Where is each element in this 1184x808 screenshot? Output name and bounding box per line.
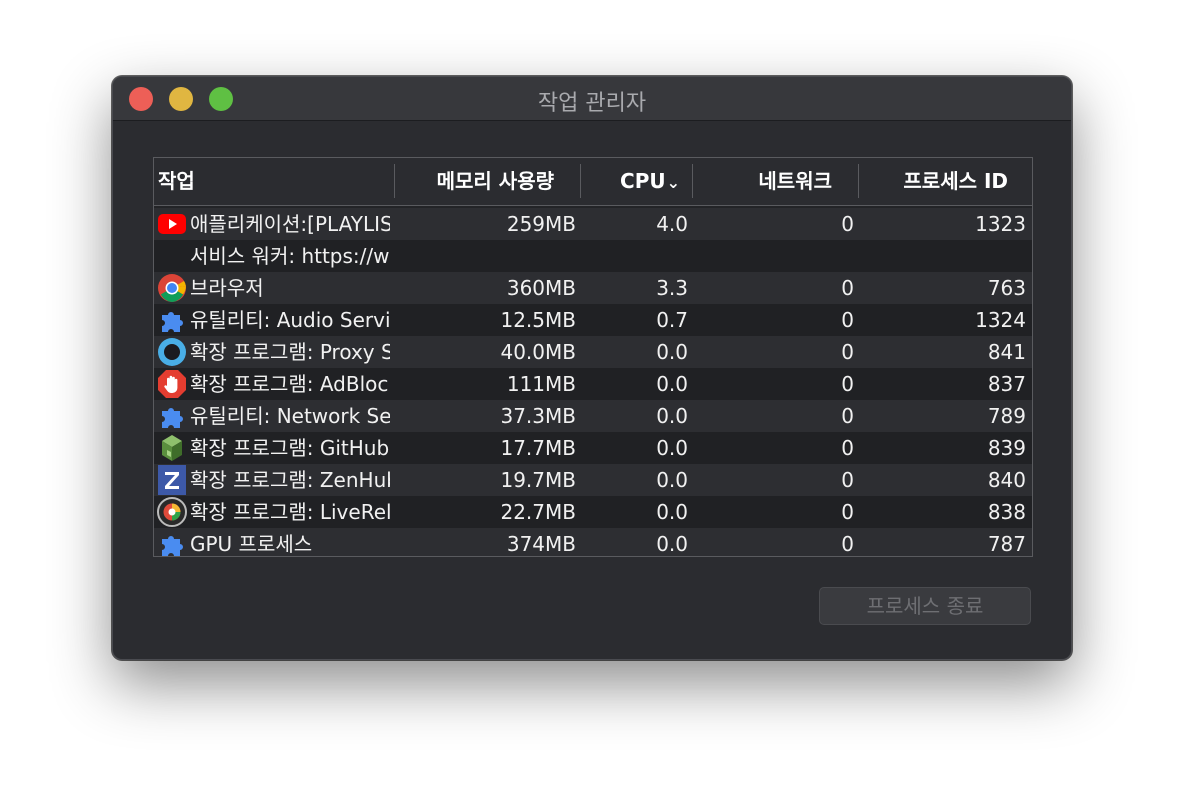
cell-cpu <box>580 240 688 272</box>
cell-pid <box>858 240 1026 272</box>
cell-network: 0 <box>841 212 854 236</box>
github-cube-icon <box>156 432 188 464</box>
cell-task: 확장 프로그램: LiveReload <box>190 500 390 524</box>
puzzle-icon <box>156 528 188 556</box>
table-body: 애플리케이션:[PLAYLIST 259MB 4.0 0 1323 서비스 워커: htt… <box>154 208 1032 556</box>
column-header-memory-label: 메모리 사용량 <box>436 169 554 193</box>
cell-network: 0 <box>841 532 854 556</box>
cell-memory: 111MB <box>506 372 576 396</box>
zenhub-icon <box>156 464 188 496</box>
cell-task: 서비스 워커: https://www <box>190 244 390 268</box>
puzzle-icon <box>156 400 188 432</box>
cell-task: 확장 프로그램: Proxy SwitchyOmega <box>190 340 390 364</box>
table-row[interactable]: 확장 프로그램: AdBlock 111MB 0.0 0 837 <box>154 368 1032 400</box>
column-header-network[interactable]: 네트워크 <box>692 164 858 198</box>
column-header-memory[interactable]: 메모리 사용량 <box>394 164 580 198</box>
cell-cpu: 0.0 <box>656 340 688 364</box>
row-icon-empty <box>156 240 188 272</box>
cell-pid: 787 <box>987 532 1026 556</box>
cell-cpu: 0.0 <box>656 436 688 460</box>
cell-memory: 17.7MB <box>500 436 576 460</box>
cell-pid: 837 <box>987 372 1026 396</box>
cell-memory: 360MB <box>506 276 576 300</box>
table-row[interactable]: 브라우저 360MB 3.3 0 763 <box>154 272 1032 304</box>
cell-pid: 841 <box>987 340 1026 364</box>
cell-cpu: 3.3 <box>656 276 688 300</box>
window-title: 작업 관리자 <box>537 91 647 116</box>
column-header-pid[interactable]: 프로세스 ID <box>858 164 1032 198</box>
cell-task: GPU 프로세스 <box>190 532 313 556</box>
puzzle-icon <box>156 304 188 336</box>
table-row[interactable]: 확장 프로그램: GitHub 17.7MB 0.0 0 839 <box>154 432 1032 464</box>
cell-memory <box>394 240 576 272</box>
cell-task: 애플리케이션:[PLAYLIST <box>190 212 390 236</box>
cell-task: 유틸리티: Audio Service <box>190 308 390 332</box>
cell-task: 확장 프로그램: ZenHub <box>190 468 390 492</box>
cell-network: 0 <box>841 308 854 332</box>
cell-memory: 19.7MB <box>500 468 576 492</box>
cell-cpu: 0.0 <box>656 500 688 524</box>
table-header: 작업 메모리 사용량 CPU⌄ 네트워크 프로세스 ID <box>154 158 1032 206</box>
cell-pid: 840 <box>987 468 1026 492</box>
table-row[interactable]: 확장 프로그램: LiveReload 22.7MB 0.0 0 838 <box>154 496 1032 528</box>
title-bar[interactable]: 작업 관리자 <box>113 77 1071 121</box>
cell-task: 확장 프로그램: AdBlock <box>190 372 390 396</box>
cell-network: 0 <box>841 468 854 492</box>
cell-memory: 12.5MB <box>500 308 576 332</box>
cell-pid: 789 <box>987 404 1026 428</box>
adblock-icon <box>156 368 188 400</box>
column-header-cpu[interactable]: CPU⌄ <box>580 164 692 198</box>
cell-network: 0 <box>841 276 854 300</box>
cell-network <box>692 240 854 272</box>
task-manager-window: 작업 관리자 작업 메모리 사용량 CPU⌄ 네트워크 프로세스 ID 애플리케… <box>112 76 1072 660</box>
cell-memory: 22.7MB <box>500 500 576 524</box>
cell-pid: 839 <box>987 436 1026 460</box>
cell-cpu: 0.0 <box>656 468 688 492</box>
table-row[interactable]: 확장 프로그램: ZenHub 19.7MB 0.0 0 840 <box>154 464 1032 496</box>
column-header-task[interactable]: 작업 <box>154 164 394 198</box>
cell-network: 0 <box>841 500 854 524</box>
cell-memory: 40.0MB <box>500 340 576 364</box>
cell-pid: 1323 <box>975 212 1026 236</box>
cell-pid: 838 <box>987 500 1026 524</box>
sort-chevron-down-icon: ⌄ <box>666 173 680 192</box>
cell-cpu: 0.0 <box>656 404 688 428</box>
process-table[interactable]: 작업 메모리 사용량 CPU⌄ 네트워크 프로세스 ID 애플리케이션:[PLA… <box>153 157 1033 557</box>
table-row[interactable]: 확장 프로그램: Proxy SwitchyOmega 40.0MB 0.0 0 841 <box>154 336 1032 368</box>
table-row[interactable]: GPU 프로세스 374MB 0.0 0 787 <box>154 528 1032 556</box>
livereload-icon <box>156 496 188 528</box>
table-row[interactable]: 유틸리티: Audio Service 12.5MB 0.7 0 1324 <box>154 304 1032 336</box>
cell-network: 0 <box>841 436 854 460</box>
youtube-icon <box>156 208 188 240</box>
table-row[interactable]: 서비스 워커: https://www <box>154 240 1032 272</box>
cell-cpu: 0.7 <box>656 308 688 332</box>
proxy-icon <box>156 336 188 368</box>
cell-pid: 763 <box>987 276 1026 300</box>
cell-memory: 374MB <box>506 532 576 556</box>
column-header-cpu-label: CPU <box>620 169 666 193</box>
column-header-task-label: 작업 <box>158 169 195 193</box>
cell-network: 0 <box>841 340 854 364</box>
column-header-pid-label: 프로세스 ID <box>903 169 1008 193</box>
chrome-icon <box>156 272 188 304</box>
end-process-button[interactable]: 프로세스 종료 <box>819 587 1031 625</box>
cell-task: 브라우저 <box>190 276 264 300</box>
cell-cpu: 0.0 <box>656 372 688 396</box>
cell-task: 유틸리티: Network Service <box>190 404 390 428</box>
cell-network: 0 <box>841 372 854 396</box>
cell-network: 0 <box>841 404 854 428</box>
cell-task: 확장 프로그램: GitHub <box>190 436 390 460</box>
table-row[interactable]: 애플리케이션:[PLAYLIST 259MB 4.0 0 1323 <box>154 208 1032 240</box>
cell-cpu: 4.0 <box>656 212 688 236</box>
cell-pid: 1324 <box>975 308 1026 332</box>
table-row[interactable]: 유틸리티: Network Service 37.3MB 0.0 0 789 <box>154 400 1032 432</box>
cell-memory: 259MB <box>506 212 576 236</box>
cell-cpu: 0.0 <box>656 532 688 556</box>
column-header-network-label: 네트워크 <box>758 169 832 193</box>
cell-memory: 37.3MB <box>500 404 576 428</box>
